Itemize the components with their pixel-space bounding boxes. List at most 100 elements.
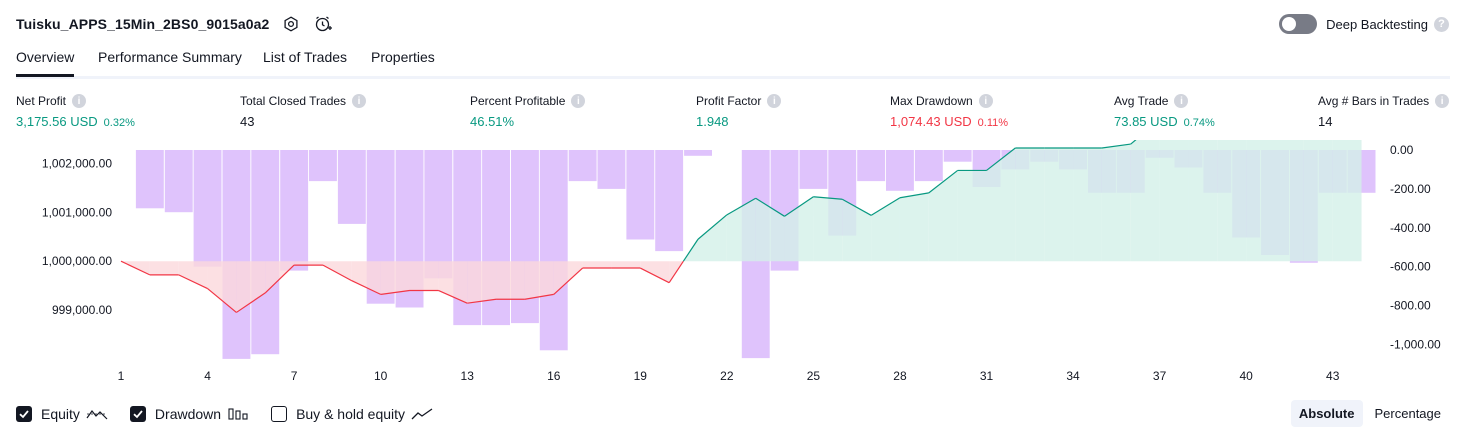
x-tick-label: 16 (547, 369, 561, 380)
legend-equity-label: Equity (41, 406, 80, 422)
drawdown-checkbox[interactable] (129, 406, 146, 422)
legend-equity[interactable]: Equity (16, 406, 108, 422)
x-tick-label: 40 (1239, 369, 1253, 380)
x-tick-label: 13 (461, 369, 475, 380)
metric-percent-profitable: Percent Profitable i 46.51% (470, 93, 586, 129)
drawdown-bar (914, 150, 943, 182)
equity-loss-area (380, 261, 410, 295)
drawdown-bar (655, 150, 684, 252)
y-right-tick-label: -200.00 (1390, 182, 1431, 196)
equity-profit-area (1188, 140, 1218, 262)
y-right-tick-label: 0.00 (1390, 143, 1414, 157)
deep-backtesting-help-icon[interactable]: ? (1434, 16, 1449, 32)
metric-net-profit: Net Profit i 3,175.56 USD 0.32% (16, 93, 135, 129)
metric-percent: 0.11% (977, 117, 1009, 129)
x-tick-label: 1 (118, 369, 125, 380)
strategy-header: Tuisku_APPS_15Min_2BS0_9015a0a2 (16, 13, 333, 35)
metric-label: Avg # Bars in Trades (1318, 94, 1430, 108)
drawdown-bar (309, 150, 337, 182)
equity-profit-area (928, 170, 958, 262)
metric-percent: 0.74% (1183, 117, 1215, 129)
info-icon[interactable]: i (1174, 94, 1189, 108)
chart-legend: Equity Drawdown Buy & hold equity (16, 402, 455, 426)
x-tick-label: 43 (1326, 369, 1340, 380)
y-right-tick-label: -800.00 (1390, 299, 1431, 313)
equity-profit-area (1073, 147, 1102, 262)
y-right-tick-label: -600.00 (1390, 260, 1431, 274)
settings-gear-icon[interactable] (281, 14, 301, 34)
equity-profit-area (813, 196, 843, 262)
drawdown-bar (164, 150, 193, 213)
equity-profit-area (1332, 140, 1362, 262)
equity-line-icon (86, 407, 108, 421)
metric-value: 14 (1318, 114, 1333, 129)
equity-profit-area (957, 170, 987, 262)
strategy-title: Tuisku_APPS_15Min_2BS0_9015a0a2 (16, 16, 270, 32)
buy-hold-checkbox[interactable] (271, 406, 288, 422)
equity-checkbox[interactable] (16, 406, 32, 422)
equity-profit-area (1217, 140, 1247, 262)
metric-avg-bars-in-trades: Avg # Bars in Trades i 14 (1318, 93, 1450, 129)
equity-drawdown-chart[interactable]: 1,003,000.001,002,000.001,001,000.001,00… (0, 140, 1466, 380)
x-tick-label: 4 (204, 369, 211, 380)
equity-loss-area (524, 261, 554, 300)
equity-profit-area (899, 192, 929, 262)
x-tick-label: 34 (1066, 369, 1080, 380)
equity-loss-area (149, 261, 179, 275)
x-tick-label: 28 (893, 369, 907, 380)
info-icon[interactable]: i (1435, 94, 1450, 108)
drawdown-bar (539, 150, 568, 351)
metric-value: 1.948 (696, 114, 729, 129)
equity-profit-area (1101, 144, 1131, 262)
y-left-tick-label: 999,000.00 (52, 303, 112, 317)
tab-performance-summary[interactable]: Performance Summary (98, 49, 242, 74)
add-alert-icon[interactable] (313, 14, 333, 34)
x-tick-label: 31 (980, 369, 994, 380)
legend-drawdown[interactable]: Drawdown (129, 406, 249, 422)
legend-buy-hold-equity[interactable]: Buy & hold equity (271, 406, 433, 422)
info-icon[interactable]: i (72, 94, 87, 108)
y-left-tick-label: 1,000,000.00 (42, 254, 112, 268)
info-icon[interactable]: i (978, 94, 993, 108)
metric-max-drawdown: Max Drawdown i 1,074.43 USD 0.11% (890, 93, 1008, 129)
equity-loss-area (409, 261, 439, 291)
equity-profit-area (1015, 147, 1045, 262)
y-right-tick-label: -400.00 (1390, 221, 1431, 235)
equity-profit-area (842, 199, 872, 262)
deep-backtesting-toggle[interactable] (1279, 14, 1318, 34)
equity-loss-area (351, 261, 381, 295)
tab-properties[interactable]: Properties (371, 49, 435, 74)
equity-profit-area (726, 198, 756, 262)
x-tick-label: 19 (634, 369, 648, 380)
x-tick-label: 10 (374, 369, 388, 380)
metric-value: 43 (240, 114, 255, 129)
equity-loss-area (611, 261, 641, 269)
tab-overview[interactable]: Overview (16, 49, 75, 77)
tab-list-of-trades[interactable]: List of Trades (263, 49, 347, 74)
equity-loss-area (582, 261, 612, 269)
metric-percent: 0.32% (103, 117, 135, 129)
drawdown-bar (886, 150, 914, 191)
absolute-button[interactable]: Absolute (1290, 400, 1363, 427)
metric-label: Max Drawdown (890, 94, 973, 108)
metric-value: 3,175.56 USD (16, 114, 98, 129)
equity-loss-area (467, 261, 497, 304)
equity-loss-area (207, 261, 237, 313)
y-right-tick-label: -1,000.00 (1390, 338, 1441, 352)
info-icon[interactable]: i (571, 94, 586, 108)
x-tick-label: 25 (807, 369, 821, 380)
info-icon[interactable]: i (352, 94, 367, 108)
legend-buy-hold-label: Buy & hold equity (296, 406, 406, 422)
drawdown-bar (222, 150, 251, 359)
y-left-tick-label: 1,002,000.00 (42, 157, 112, 171)
metric-label: Percent Profitable (470, 94, 566, 108)
drawdown-bar (568, 150, 597, 182)
equity-profit-area (1246, 140, 1275, 262)
metric-value: 73.85 USD (1114, 114, 1178, 129)
equity-profit-area (1044, 147, 1074, 262)
drawdown-bar (280, 150, 309, 271)
drawdown-bar (193, 150, 222, 267)
info-icon[interactable]: i (767, 94, 782, 108)
drawdown-bar (597, 150, 626, 189)
percentage-button[interactable]: Percentage (1367, 400, 1450, 427)
